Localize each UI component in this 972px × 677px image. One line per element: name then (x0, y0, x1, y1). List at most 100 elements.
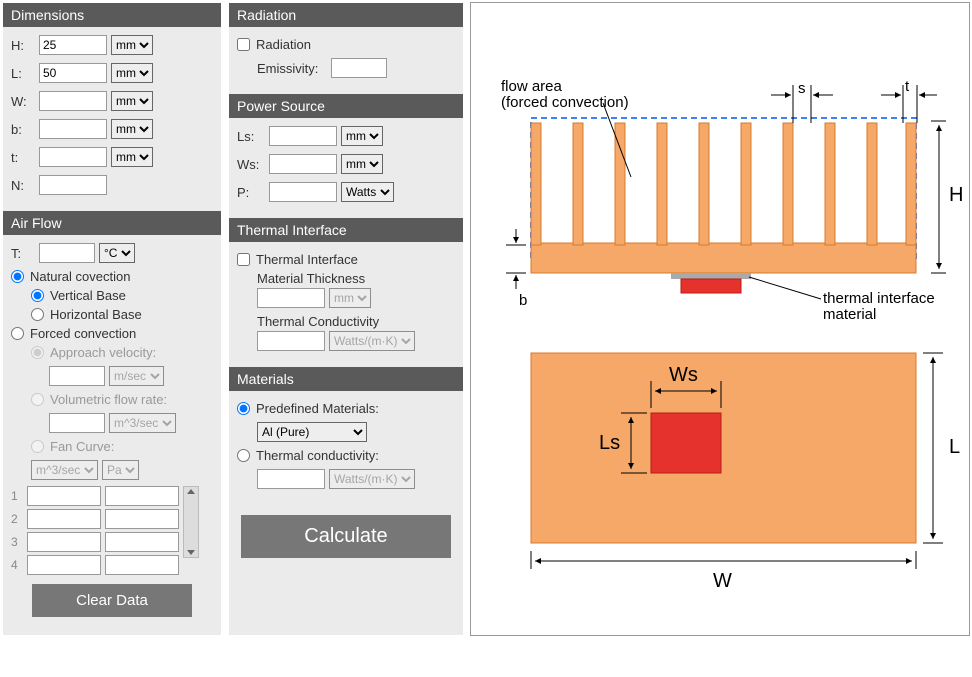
predef-material-select[interactable]: Al (Pure) (257, 422, 367, 442)
volumetric-flow-label: Volumetric flow rate: (50, 392, 167, 407)
approach-velocity-input[interactable] (49, 366, 105, 386)
predef-material-label: Predefined Materials: (256, 401, 379, 416)
svg-text:H: H (949, 184, 963, 206)
dim-l-input[interactable] (39, 63, 107, 83)
svg-text:(forced convection): (forced convection) (501, 94, 629, 111)
dim-b-input[interactable] (39, 119, 107, 139)
ls-input[interactable] (269, 126, 337, 146)
approach-velocity-label: Approach velocity: (50, 345, 156, 360)
fan-table-scrollbar[interactable] (183, 486, 199, 558)
fan-curve-label: Fan Curve: (50, 439, 114, 454)
dim-l-unit[interactable]: mm (111, 63, 153, 83)
volumetric-flow-radio (31, 393, 44, 406)
dimensions-header: Dimensions (3, 3, 221, 27)
emissivity-label: Emissivity: (257, 61, 327, 76)
temp-unit[interactable]: °C (99, 243, 135, 263)
dim-t-input[interactable] (39, 147, 107, 167)
temp-label: T: (11, 246, 35, 261)
ls-unit[interactable]: mm (341, 126, 383, 146)
ti-header: Thermal Interface (229, 218, 463, 242)
fan-row-1-col1[interactable] (27, 486, 101, 506)
volumetric-flow-unit: m^3/sec (109, 413, 176, 433)
dim-h-label: H: (11, 38, 35, 53)
svg-text:L: L (949, 436, 960, 458)
ti-cond-input[interactable] (257, 331, 325, 351)
calculate-button[interactable]: Calculate (241, 515, 451, 558)
temp-input[interactable] (39, 243, 95, 263)
horizontal-base-label: Horizontal Base (50, 307, 142, 322)
svg-text:Ws: Ws (669, 364, 698, 386)
natural-convection-radio[interactable] (11, 270, 24, 283)
approach-velocity-unit: m/sec (109, 366, 164, 386)
dimensions-body: H: mm L: mm W: mm b: mm t: (3, 27, 221, 211)
fan-curve-unit1: m^3/sec (31, 460, 98, 480)
dim-w-label: W: (11, 94, 35, 109)
power-header: Power Source (229, 94, 463, 118)
material-cond-unit: Watts/(m·K) (329, 469, 415, 489)
airflow-header: Air Flow (3, 211, 221, 235)
dim-l-label: L: (11, 66, 35, 81)
materials-header: Materials (229, 367, 463, 391)
fan-row-idx: 4 (11, 558, 23, 572)
ti-thickness-input[interactable] (257, 288, 325, 308)
ti-cond-label: Thermal Conductivity (237, 314, 455, 329)
p-unit[interactable]: Watts (341, 182, 394, 202)
radiation-header: Radiation (229, 3, 463, 27)
predef-material-radio[interactable] (237, 402, 250, 415)
dim-t-unit[interactable]: mm (111, 147, 153, 167)
radiation-checkbox[interactable] (237, 38, 250, 51)
svg-text:t: t (905, 78, 910, 95)
fan-row-1-col2[interactable] (105, 486, 179, 506)
material-cond-label: Thermal conductivity: (256, 448, 379, 463)
approach-velocity-radio (31, 346, 44, 359)
ws-unit[interactable]: mm (341, 154, 383, 174)
svg-text:Ls: Ls (599, 432, 620, 454)
dim-n-input[interactable] (39, 175, 107, 195)
dim-t-label: t: (11, 150, 35, 165)
fan-curve-unit2: Pa (102, 460, 139, 480)
dim-w-input[interactable] (39, 91, 107, 111)
vertical-base-label: Vertical Base (50, 288, 126, 303)
forced-convection-label: Forced convection (30, 326, 136, 341)
clear-data-button[interactable]: Clear Data (32, 584, 192, 617)
forced-convection-radio[interactable] (11, 327, 24, 340)
svg-text:b: b (519, 292, 527, 309)
fan-row-2-col2[interactable] (105, 509, 179, 529)
fan-curve-radio (31, 440, 44, 453)
ti-checkbox[interactable] (237, 253, 250, 266)
material-cond-radio[interactable] (237, 449, 250, 462)
vertical-base-radio[interactable] (31, 289, 44, 302)
fan-row-4-col2[interactable] (105, 555, 179, 575)
fan-row-idx: 1 (11, 489, 23, 503)
horizontal-base-radio[interactable] (31, 308, 44, 321)
dim-b-label: b: (11, 122, 35, 137)
fan-row-2-col1[interactable] (27, 509, 101, 529)
ws-label: Ws: (237, 157, 265, 172)
material-cond-input[interactable] (257, 469, 325, 489)
svg-text:s: s (798, 80, 806, 97)
radiation-checkbox-label: Radiation (256, 37, 311, 52)
svg-text:thermal interface: thermal interface (823, 290, 935, 307)
fan-row-3-col1[interactable] (27, 532, 101, 552)
fan-row-2: 2 (11, 509, 179, 529)
emissivity-input[interactable] (331, 58, 387, 78)
p-input[interactable] (269, 182, 337, 202)
volumetric-flow-input[interactable] (49, 413, 105, 433)
dim-h-unit[interactable]: mm (111, 35, 153, 55)
ti-cond-unit: Watts/(m·K) (329, 331, 415, 351)
fan-row-4: 4 (11, 555, 179, 575)
fan-row-idx: 2 (11, 512, 23, 526)
fan-row-3: 3 (11, 532, 179, 552)
dim-h-input[interactable] (39, 35, 107, 55)
heatsink-diagram: flow area (forced convection) s t H (470, 2, 970, 636)
fan-row-1: 1 (11, 486, 179, 506)
dim-b-unit[interactable]: mm (111, 119, 153, 139)
fan-row-3-col2[interactable] (105, 532, 179, 552)
natural-convection-label: Natural covection (30, 269, 130, 284)
svg-text:W: W (713, 570, 732, 592)
fan-row-4-col1[interactable] (27, 555, 101, 575)
dim-n-label: N: (11, 178, 35, 193)
ws-input[interactable] (269, 154, 337, 174)
dim-w-unit[interactable]: mm (111, 91, 153, 111)
ti-thickness-unit: mm (329, 288, 371, 308)
